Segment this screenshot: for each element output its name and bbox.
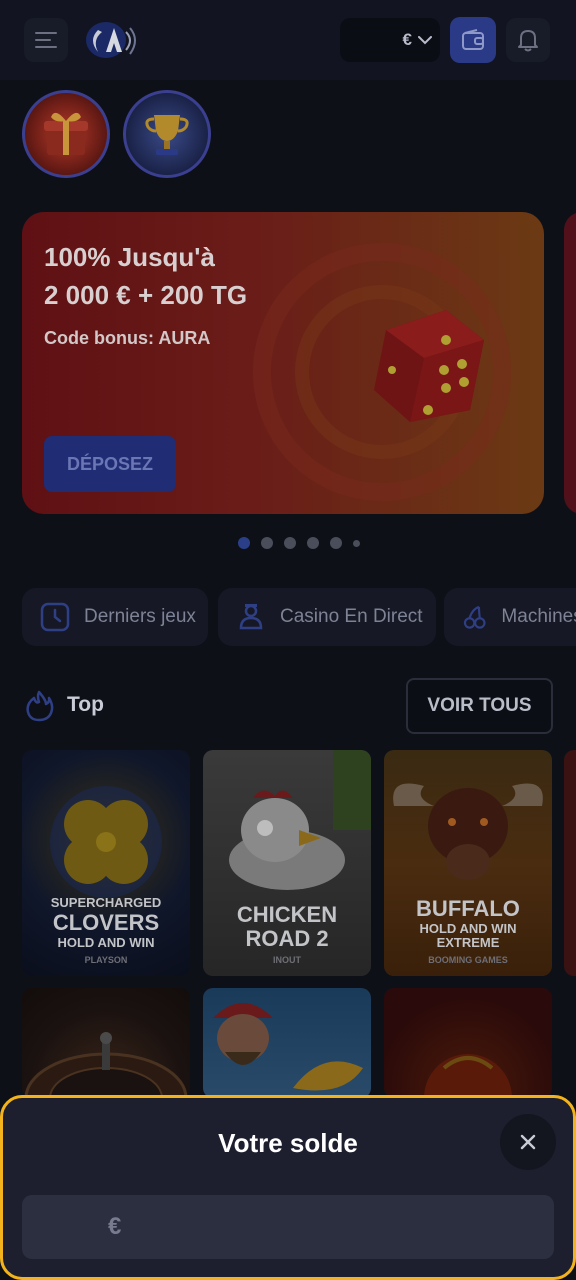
chip-label: Machines à sous	[501, 606, 576, 627]
chip-live-casino[interactable]: Casino En Direct	[218, 588, 436, 646]
carousel-dot-6[interactable]	[353, 539, 360, 547]
clover-art	[50, 786, 162, 898]
roulette-art	[24, 1032, 188, 1098]
promo-banner[interactable]: 100% Jusqu'à 2 000 € + 200 TG Code bonus…	[22, 212, 544, 514]
game-tile-peek[interactable]	[564, 750, 576, 976]
carousel-dot-2[interactable]	[261, 537, 273, 549]
carousel-dot-1[interactable]	[238, 537, 250, 549]
section-title: Top	[67, 693, 104, 716]
carousel-dots	[238, 537, 360, 549]
carousel-dot-4[interactable]	[307, 537, 319, 549]
currency-selector[interactable]: €	[340, 18, 440, 62]
fisherman-art	[213, 1003, 363, 1091]
carousel-dot-3[interactable]	[284, 537, 296, 549]
chip-slots[interactable]: Machines à sous	[444, 588, 576, 646]
trophy-icon	[145, 115, 189, 155]
game-tile-roulette[interactable]	[22, 988, 190, 1098]
dealer-icon	[239, 604, 263, 630]
menu-icon	[35, 32, 57, 48]
game-title-line2: CLOVERS	[52, 910, 160, 935]
game-title-line1: BUFFALO	[416, 896, 520, 921]
top-header: €	[0, 0, 576, 80]
story-promo-trophy[interactable]	[123, 90, 211, 178]
wallet-icon	[462, 29, 484, 50]
chip-label: Casino En Direct	[280, 606, 423, 627]
deposit-button[interactable]: DÉPOSEZ	[44, 436, 176, 492]
chip-label: Derniers jeux	[84, 606, 196, 627]
game-tile-fruit[interactable]	[384, 988, 552, 1098]
game-title-line2: HOLD AND WIN	[419, 921, 517, 936]
game-title-line3: HOLD AND WIN	[57, 935, 155, 950]
game-title-line1: SUPERCHARGED	[50, 895, 162, 910]
game-title-line3: EXTREME	[436, 935, 500, 950]
banner-bonus-code: Code bonus: AURA	[44, 328, 211, 348]
game-provider: BOOMING GAMES	[428, 955, 508, 965]
game-provider: PLAYSON	[84, 955, 128, 965]
clock-icon	[40, 602, 70, 632]
close-button[interactable]	[500, 1114, 556, 1170]
banner-title: 100% Jusqu'à 2 000 € + 200 TG	[44, 242, 248, 310]
buffalo-art	[393, 783, 543, 880]
sheet-title: Votre solde	[218, 1128, 358, 1158]
carousel-dot-5[interactable]	[330, 537, 342, 549]
chip-recent-games[interactable]: Derniers jeux	[22, 588, 208, 646]
game-title-line1: CHICKEN	[236, 902, 338, 927]
game-tile-chicken-road-2[interactable]: CHICKEN ROAD 2 INOUT	[203, 750, 371, 976]
game-tile-buffalo[interactable]: BUFFALO HOLD AND WIN EXTREME BOOMING GAM…	[384, 750, 552, 976]
dice-illustration	[366, 300, 490, 424]
next-banner-peek[interactable]	[564, 212, 576, 514]
story-promo-gift[interactable]	[22, 90, 110, 178]
flame-icon	[26, 690, 54, 722]
menu-button[interactable]	[24, 18, 68, 62]
balance-amount-field[interactable]: €	[22, 1195, 554, 1259]
game-tile-fishing[interactable]	[203, 988, 371, 1098]
wallet-button[interactable]	[450, 17, 496, 63]
balance-currency-symbol: €	[108, 1213, 122, 1240]
game-title-line2: ROAD 2	[245, 926, 329, 951]
game-provider: INOUT	[273, 955, 301, 965]
game-tile-supercharged-clovers[interactable]: SUPERCHARGED CLOVERS HOLD AND WIN PLAYSO…	[22, 750, 190, 976]
logo[interactable]	[82, 18, 138, 62]
cherry-icon	[463, 605, 486, 629]
close-icon	[520, 1134, 536, 1150]
currency-symbol: €	[402, 30, 412, 49]
gift-icon	[44, 112, 88, 155]
balance-sheet: Votre solde €	[0, 1095, 576, 1280]
fruit-art	[424, 1054, 512, 1098]
bell-icon	[518, 30, 538, 52]
chicken-art	[229, 750, 371, 890]
category-chips: Derniers jeux Casino En Direct Machines …	[22, 588, 576, 646]
chevron-down-icon	[418, 35, 432, 44]
see-all-button[interactable]: VOIR TOUS	[406, 678, 553, 734]
notifications-button[interactable]	[506, 18, 550, 62]
